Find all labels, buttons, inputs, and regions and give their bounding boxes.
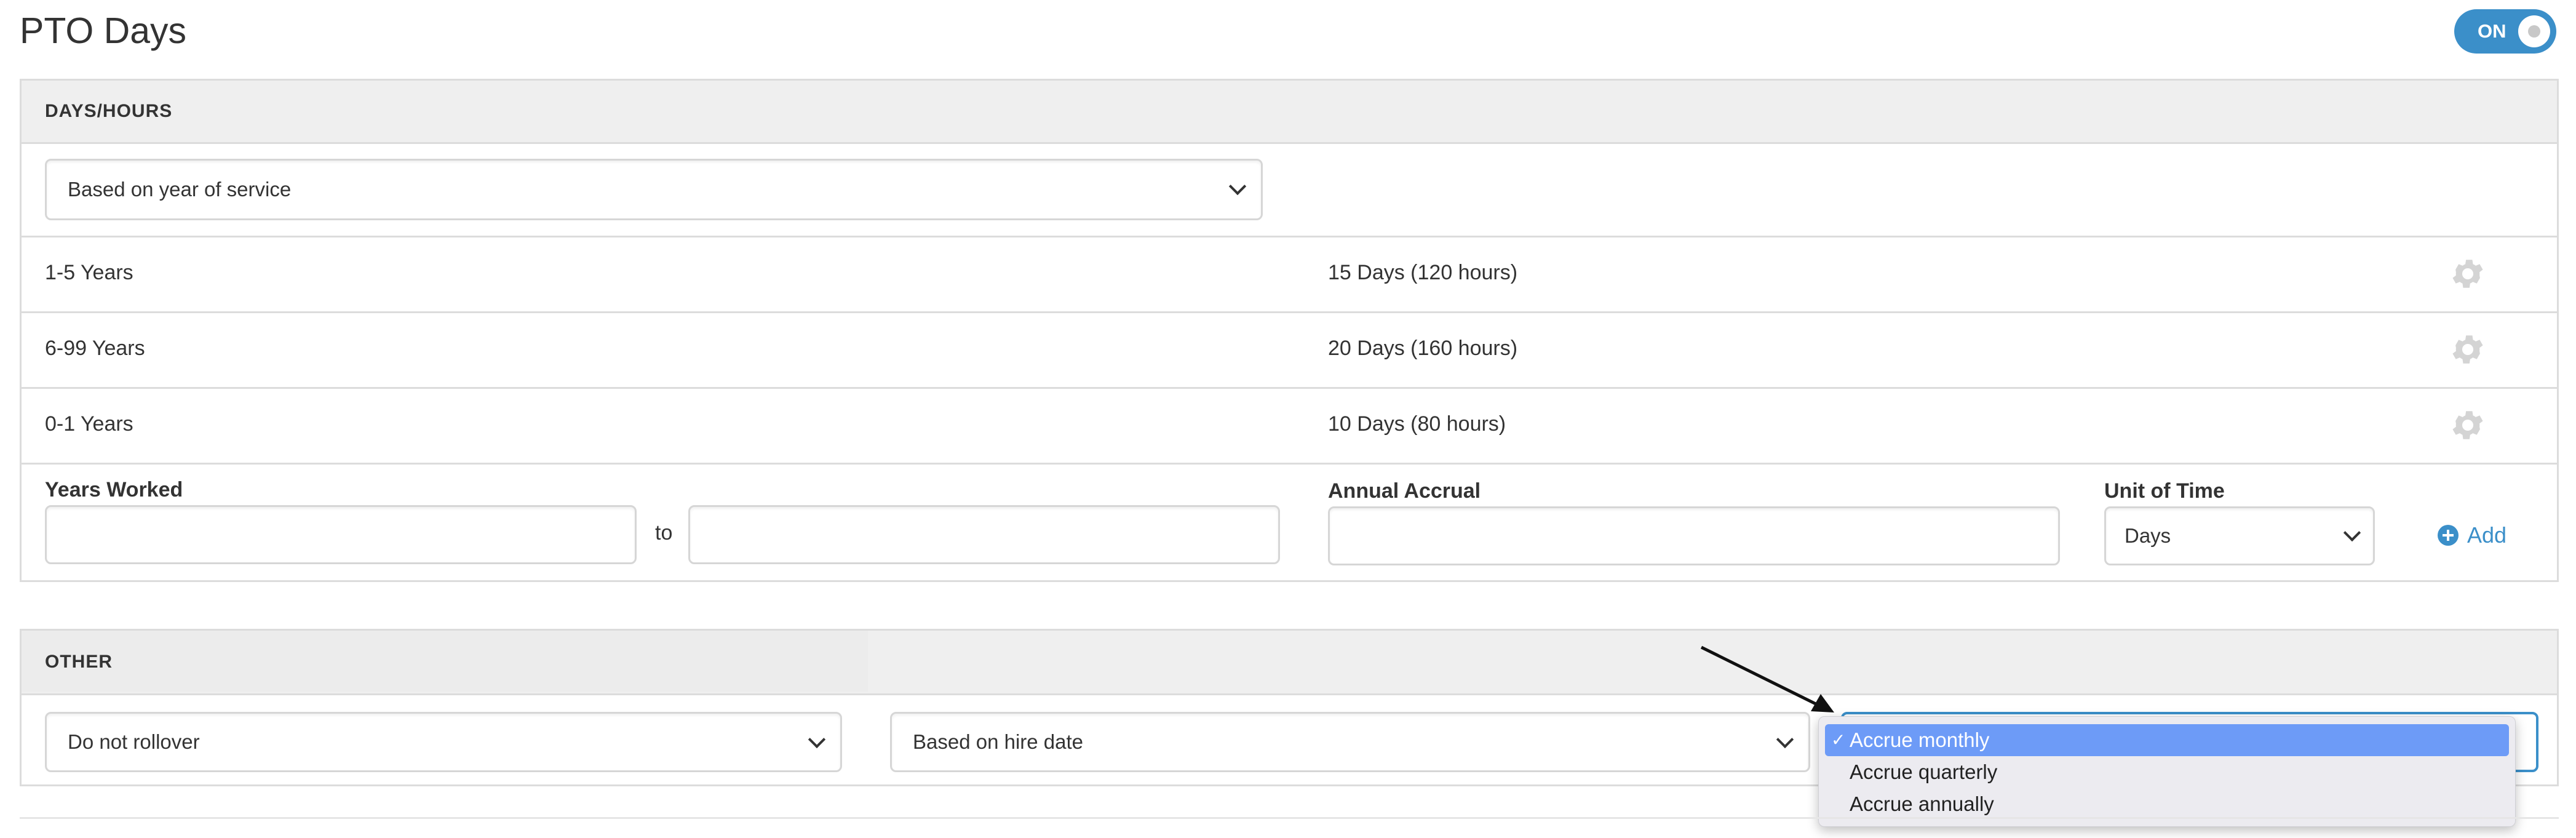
unit-of-time-select[interactable]: Days [2104, 506, 2375, 565]
check-icon: ✓ [1831, 730, 1846, 749]
row-accrual: 15 Days (120 hours) [1328, 261, 1518, 284]
menu-item-label: Accrue annually [1850, 792, 1994, 815]
add-label: Add [2467, 522, 2507, 548]
annotation-arrow-icon [1700, 645, 1834, 712]
annual-accrual-input[interactable] [1328, 506, 2060, 565]
toggle-label: ON [2478, 20, 2506, 42]
table-row: 6-99 Years 20 Days (160 hours) [22, 313, 2557, 387]
chevron-down-icon [1776, 730, 1794, 749]
chevron-down-icon [2343, 524, 2361, 542]
menu-item-accrue-annually[interactable]: Accrue annually [1825, 788, 2509, 820]
table-row: 0-1 Years 10 Days (80 hours) [22, 389, 2557, 463]
add-button[interactable]: Add [2438, 522, 2506, 548]
other-header-left [22, 631, 868, 692]
menu-item-accrue-monthly[interactable]: ✓ Accrue monthly [1825, 724, 2509, 756]
bottom-divider [20, 817, 2559, 819]
accrual-policy-value: Based on year of service [68, 178, 292, 201]
other-header: OTHER [22, 631, 2557, 695]
days-hours-panel: DAYS/HOURS Based on year of service 1-5 … [20, 79, 2559, 582]
menu-item-accrue-quarterly[interactable]: Accrue quarterly [1825, 756, 2509, 788]
years-worked-label: Years Worked [45, 478, 183, 501]
other-title: OTHER [45, 652, 113, 672]
unit-of-time-label: Unit of Time [2104, 479, 2225, 503]
accrual-basis-select[interactable]: Based on hire date [890, 712, 1810, 772]
years-to-input[interactable] [688, 505, 1280, 564]
chevron-down-icon [1228, 177, 1247, 196]
rollover-value: Do not rollover [68, 730, 200, 753]
gear-icon[interactable] [2449, 255, 2487, 293]
pto-toggle[interactable]: ON [2454, 9, 2556, 54]
plus-circle-icon [2438, 525, 2459, 546]
chevron-down-icon [808, 730, 826, 749]
row-accrual: 20 Days (160 hours) [1328, 337, 1518, 360]
table-row: 1-5 Years 15 Days (120 hours) [22, 237, 2557, 311]
row-years: 6-99 Years [45, 337, 145, 360]
toggle-knob [2518, 15, 2550, 47]
gear-icon[interactable] [2449, 330, 2487, 369]
rollover-select[interactable]: Do not rollover [45, 712, 842, 772]
row-divider [22, 463, 2557, 465]
years-from-input[interactable] [45, 505, 637, 564]
accrual-policy-select[interactable]: Based on year of service [45, 159, 1263, 220]
row-years: 1-5 Years [45, 261, 133, 284]
menu-item-label: Accrue quarterly [1850, 760, 1998, 783]
accrual-basis-value: Based on hire date [913, 730, 1084, 753]
menu-item-label: Accrue monthly [1850, 728, 1990, 751]
unit-of-time-value: Days [2125, 524, 2171, 547]
row-years: 0-1 Years [45, 412, 133, 436]
days-hours-header: DAYS/HOURS [22, 81, 2557, 144]
to-label: to [655, 521, 673, 545]
row-accrual: 10 Days (80 hours) [1328, 412, 1506, 436]
gear-icon[interactable] [2449, 406, 2487, 444]
page-title: PTO Days [20, 10, 187, 51]
accrual-frequency-menu: ✓ Accrue monthly Accrue quarterly Accrue… [1818, 716, 2516, 827]
annual-accrual-label: Annual Accrual [1328, 479, 1481, 503]
days-hours-title: DAYS/HOURS [45, 101, 173, 121]
